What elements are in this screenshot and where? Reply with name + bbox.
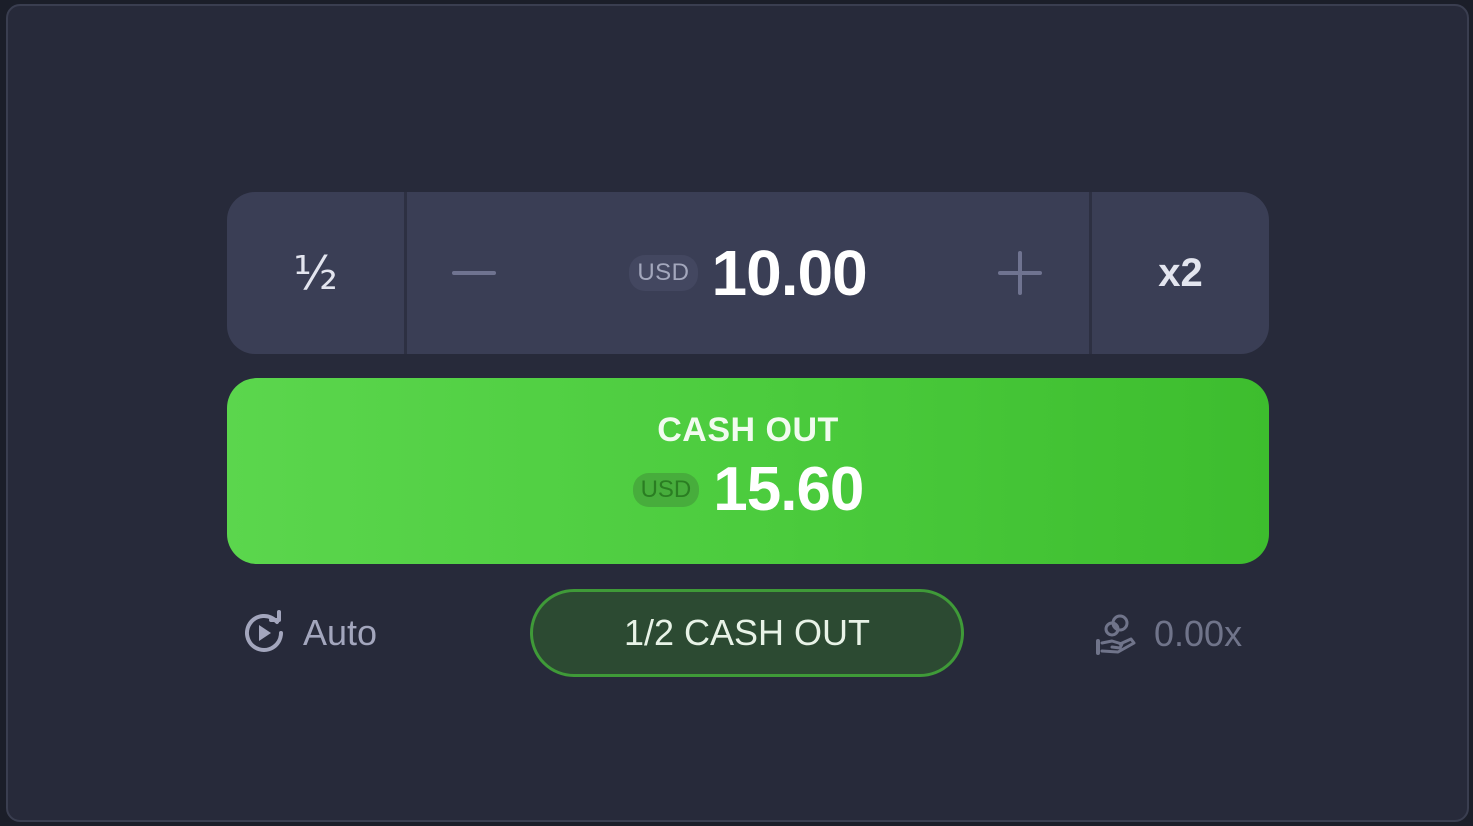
half-bet-label: ½	[293, 246, 338, 300]
auto-play-label: Auto	[303, 612, 378, 653]
bet-panel: ½ USD 10.00 x2 CASH OUT USD 15.60 Auto 1…	[6, 4, 1469, 822]
cash-out-label: CASH OUT	[657, 411, 839, 449]
plus-icon	[998, 251, 1042, 295]
multiplier-value: 0.00x	[1154, 613, 1243, 654]
cash-out-currency-badge: USD	[632, 472, 700, 507]
cash-out-value: 15.60	[713, 455, 864, 524]
increase-bet-button[interactable]	[985, 238, 1055, 308]
bet-amount-control: ½ USD 10.00 x2	[227, 192, 1269, 354]
coins-in-hand-icon	[1096, 614, 1136, 655]
half-cash-out-label: 1/2 CASH OUT	[623, 612, 871, 653]
auto-play-button[interactable]: Auto	[241, 609, 377, 657]
autoplay-icon	[245, 610, 283, 652]
cash-out-button[interactable]: CASH OUT USD 15.60	[227, 378, 1269, 564]
bet-amount-value: 10.00	[711, 237, 868, 309]
double-bet-label: x2	[1158, 250, 1203, 295]
cash-out-amount: USD 15.60	[632, 454, 864, 525]
multiplier-display: 0.00x	[1094, 609, 1242, 659]
double-bet-button[interactable]: x2	[1089, 192, 1269, 354]
bet-amount-area: USD 10.00	[407, 192, 1089, 354]
bet-currency-badge: USD	[629, 255, 698, 291]
half-bet-button[interactable]: ½	[227, 192, 407, 354]
half-cash-out-button[interactable]: 1/2 CASH OUT	[530, 589, 964, 677]
